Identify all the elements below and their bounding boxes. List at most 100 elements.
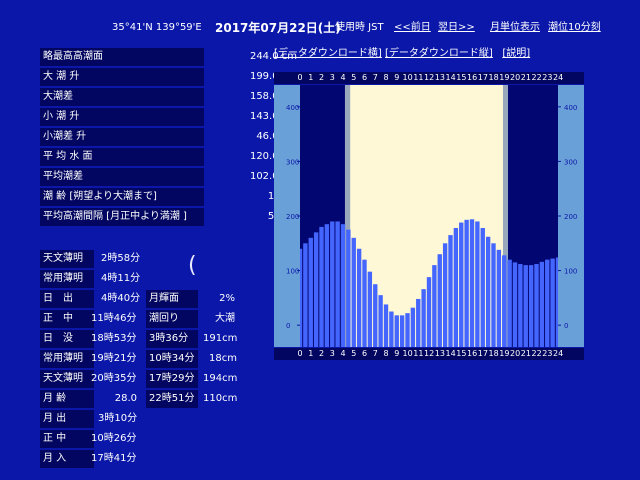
interval-link[interactable]: 潮位10分刻	[548, 22, 601, 33]
tide-bar	[432, 265, 437, 347]
sun-value: 19時21分	[91, 353, 137, 364]
hour-label: 16	[467, 73, 478, 82]
hour-label: 13	[434, 349, 445, 358]
tide-bar	[550, 258, 555, 347]
moon-brightness-label: 月輝面	[146, 290, 198, 308]
hour-label: 7	[372, 73, 378, 82]
moon-brightness-value: 2%	[219, 293, 235, 304]
summary-label: 大潮差	[40, 88, 204, 106]
hour-label: 21	[520, 349, 531, 358]
y-tick-label-right: 300	[564, 158, 577, 166]
tide-bar	[362, 259, 367, 347]
hour-label: 14	[445, 73, 456, 82]
hour-label: 5	[351, 349, 357, 358]
hour-label: 23	[542, 73, 553, 82]
moon-transit-label: 正 中	[40, 430, 94, 448]
summary-label: 平均潮差	[40, 168, 204, 186]
hour-axis-top: 0 1 2 3 4 5 6 7 8 9 10 11 12 13 14 15 16 17 18 19 20 21 22 23 24	[274, 72, 584, 84]
hour-label: 21	[520, 73, 531, 82]
tide-bar	[405, 313, 410, 347]
tide-bar	[383, 304, 389, 347]
y-tick-label-left: 100	[286, 268, 299, 276]
help-link[interactable]: [説明]	[502, 48, 530, 59]
tide-bar	[324, 224, 330, 347]
tide-time: 3時36分	[146, 330, 198, 348]
hour-label: 13	[434, 73, 445, 82]
tide-bar	[480, 228, 485, 347]
tide-bar	[528, 265, 534, 347]
hour-label: 20	[510, 349, 521, 358]
sun-label: 正 中	[40, 310, 94, 328]
tide-bar	[523, 265, 528, 347]
hour-label: 17	[477, 349, 488, 358]
tide-bar	[534, 264, 539, 347]
tide-bar	[507, 259, 512, 347]
tide-bar	[512, 262, 518, 347]
y-tick-label-right: 100	[564, 268, 577, 276]
hour-label: 6	[361, 73, 368, 82]
y-tick-label-right: 200	[564, 213, 577, 221]
sun-label: 日 没	[40, 330, 94, 348]
tide-bar	[485, 236, 491, 347]
sun-value: 2時58分	[101, 253, 141, 264]
hour-label: 6	[361, 349, 368, 358]
hour-label: 10	[402, 73, 413, 82]
hour-label: 14	[445, 349, 456, 358]
hour-label: 17	[477, 73, 488, 82]
tide-bar	[335, 221, 340, 347]
hour-label: 1	[308, 349, 314, 358]
hour-label: 15	[456, 73, 467, 82]
prev-day-link[interactable]: <<前日	[394, 22, 431, 33]
tide-bar	[442, 243, 448, 347]
moonset-label: 月 入	[40, 450, 94, 468]
sun-label: 常用薄明	[40, 350, 94, 368]
hour-label: 11	[413, 73, 424, 82]
tide-bar	[313, 232, 319, 347]
summary-label: 小 潮 升	[40, 108, 204, 126]
summary-label: 略最高高潮面	[40, 48, 204, 66]
sun-label: 常用薄明	[40, 270, 94, 288]
sun-value: 18時53分	[91, 333, 137, 344]
moonset-value: 17時41分	[91, 453, 137, 464]
hour-label: 24	[553, 349, 564, 358]
tide-bar	[545, 259, 550, 347]
monthly-view-link[interactable]: 月単位表示	[490, 22, 540, 33]
y-tick-label-left: 300	[286, 158, 299, 166]
hour-label: 11	[413, 349, 424, 358]
hour-label: 7	[372, 349, 378, 358]
hour-label: 2	[318, 349, 325, 358]
hour-label: 9	[394, 73, 400, 82]
hour-label: 8	[383, 349, 389, 358]
y-tick-label-left: 400	[286, 104, 299, 112]
tide-bar	[416, 298, 421, 347]
tide-bar	[502, 255, 507, 347]
y-tick-label-left: 200	[286, 213, 299, 221]
download-vertical-link[interactable]: [データダウンロード縦]	[385, 48, 493, 59]
tide-bar	[475, 221, 480, 347]
hour-label: 8	[383, 73, 389, 82]
hour-label: 12	[424, 349, 435, 358]
hour-label: 18	[488, 73, 499, 82]
tide-height: 18cm	[209, 353, 237, 364]
summary-label: 平均高潮間隔 [月正中より満潮 ]	[40, 208, 204, 226]
tide-bar	[421, 289, 426, 347]
tide-bar	[518, 264, 523, 347]
download-horizontal-link[interactable]: [データダウンロード横]	[274, 48, 382, 59]
tide-height: 194cm	[203, 373, 238, 384]
tide-bar	[389, 311, 394, 347]
moon-age-value: 28.0	[114, 393, 137, 404]
tide-time: 22時51分	[146, 390, 198, 408]
hour-label: 10	[402, 349, 413, 358]
location: 35°41'N 139°59'E	[112, 22, 202, 33]
hour-label: 3	[329, 349, 335, 358]
tide-bar	[496, 249, 502, 347]
tide-bar	[378, 295, 383, 347]
hour-label: 9	[394, 349, 400, 358]
next-day-link[interactable]: 翌日>>	[438, 22, 475, 33]
tide-bar	[319, 226, 324, 347]
hour-label: 4	[340, 349, 346, 358]
moon-phase-icon: (	[188, 253, 197, 278]
tide-height: 110cm	[203, 393, 238, 404]
hour-label: 2	[318, 73, 325, 82]
tide-bar	[351, 237, 356, 347]
